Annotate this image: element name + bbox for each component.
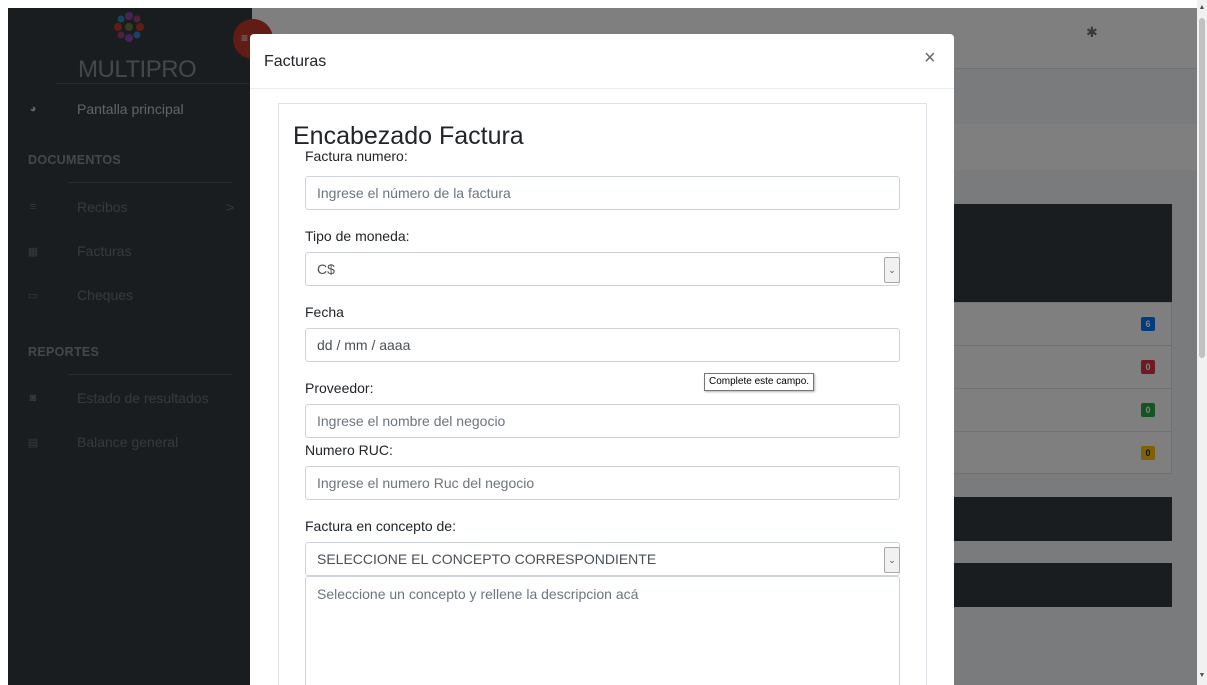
description-textarea[interactable]: Seleccione un concepto y rellene la desc…	[305, 576, 900, 685]
currency-label: Tipo de moneda:	[305, 228, 410, 244]
selected-value: SELECCIONE EL CONCEPTO CORRESPONDIENTE	[317, 551, 657, 567]
page-scrollbar[interactable]: ▲ ▼	[1197, 0, 1207, 685]
date-input[interactable]: dd / mm / aaaa	[305, 328, 900, 362]
scrollbar-thumb[interactable]	[1199, 18, 1205, 358]
provider-input[interactable]: Ingrese el nombre del negocio	[305, 404, 900, 438]
concept-select[interactable]: SELECCIONE EL CONCEPTO CORRESPONDIENTE ⌄	[305, 542, 900, 576]
chevron-down-icon: ⌄	[884, 257, 900, 283]
scroll-up-icon[interactable]: ▲	[1197, 4, 1207, 14]
date-label: Fecha	[305, 304, 344, 320]
concept-label: Factura en concepto de:	[305, 518, 456, 534]
invoice-number-label: Factura numero:	[305, 148, 408, 164]
currency-select[interactable]: C$ ⌄	[305, 252, 900, 286]
chevron-down-icon: ⌄	[884, 547, 900, 573]
selected-value: C$	[317, 261, 335, 277]
invoice-number-input[interactable]: Ingrese el número de la factura	[305, 176, 900, 210]
placeholder: Ingrese el nombre del negocio	[317, 413, 506, 429]
placeholder: Ingrese el numero Ruc del negocio	[317, 475, 535, 491]
form-heading: Encabezado Factura	[293, 122, 524, 150]
window-top-edge	[0, 0, 1207, 8]
modal-title: Facturas	[264, 53, 327, 70]
ruc-label: Numero RUC:	[305, 442, 393, 458]
placeholder: Seleccione un concepto y rellene la desc…	[317, 586, 639, 602]
ruc-input[interactable]: Ingrese el numero Ruc del negocio	[305, 466, 900, 500]
invoice-form-card: Encabezado Factura Factura numero: Ingre…	[278, 103, 927, 685]
placeholder: Ingrese el número de la factura	[317, 185, 511, 201]
provider-label: Proveedor:	[305, 380, 374, 396]
validation-tooltip: Complete este campo.	[704, 373, 815, 391]
facturas-modal: Facturas × Encabezado Factura Factura nu…	[250, 34, 954, 685]
date-placeholder: dd / mm / aaaa	[317, 337, 411, 353]
modal-header: Facturas ×	[250, 34, 954, 89]
scroll-down-icon[interactable]: ▼	[1197, 672, 1207, 682]
close-icon[interactable]: ×	[924, 48, 936, 68]
